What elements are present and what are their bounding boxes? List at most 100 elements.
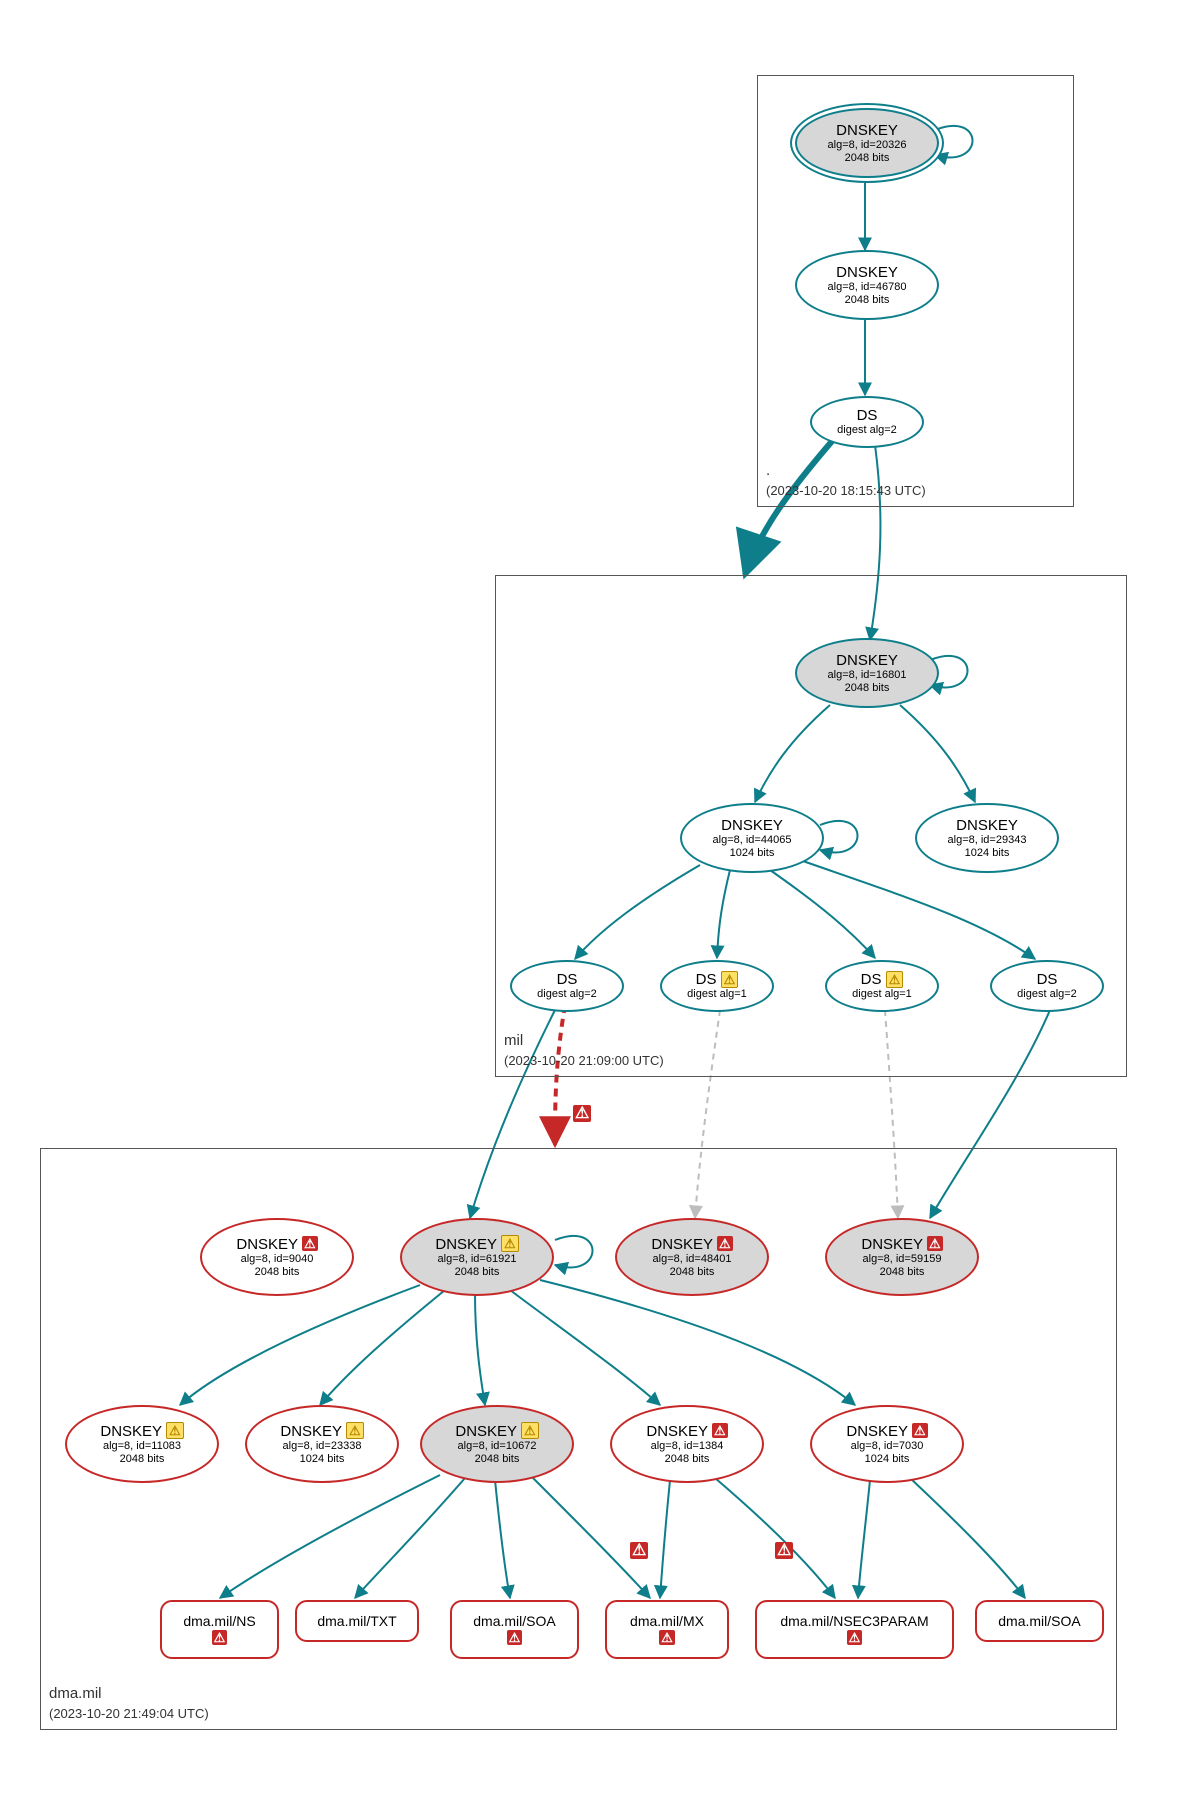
node-sub2: 1024 bits bbox=[965, 847, 1010, 860]
node-sub1: digest alg=2 bbox=[1017, 988, 1077, 1001]
node-sub1: alg=8, id=23338 bbox=[283, 1440, 362, 1453]
zone-root-name: . bbox=[766, 462, 770, 479]
node-sub1: alg=8, id=7030 bbox=[851, 1440, 924, 1453]
dma-dnskey-48401[interactable]: DNSKEY alg=8, id=48401 2048 bits bbox=[615, 1218, 769, 1296]
warning-icon bbox=[721, 973, 739, 988]
error-icon bbox=[212, 1630, 228, 1647]
mil-dnskey-16801[interactable]: DNSKEY alg=8, id=16801 2048 bits bbox=[795, 638, 939, 708]
node-sub1: alg=8, id=48401 bbox=[653, 1253, 732, 1266]
error-icon bbox=[712, 1424, 728, 1439]
node-sub1: alg=8, id=16801 bbox=[828, 669, 907, 682]
node-sub2: 1024 bits bbox=[865, 1453, 910, 1466]
rr-mx[interactable]: dma.mil/MX bbox=[605, 1600, 729, 1659]
node-sub1: alg=8, id=10672 bbox=[458, 1440, 537, 1453]
node-title: DS bbox=[696, 971, 717, 988]
node-title: DNSKEY bbox=[646, 1423, 707, 1440]
node-sub1: alg=8, id=20326 bbox=[828, 139, 907, 152]
node-title: DNSKEY bbox=[836, 652, 898, 669]
dma-dnskey-9040[interactable]: DNSKEY alg=8, id=9040 2048 bits bbox=[200, 1218, 354, 1296]
rr-label: dma.mil/NSEC3PARAM bbox=[780, 1612, 928, 1630]
zone-root-label: . (2023-10-20 18:15:43 UTC) bbox=[766, 461, 926, 500]
root-ds[interactable]: DS digest alg=2 bbox=[810, 396, 924, 448]
node-title: DS bbox=[1037, 971, 1058, 988]
node-sub2: 2048 bits bbox=[455, 1266, 500, 1279]
node-sub2: 2048 bits bbox=[665, 1453, 710, 1466]
node-sub1: alg=8, id=1384 bbox=[651, 1440, 724, 1453]
node-sub1: alg=8, id=44065 bbox=[713, 834, 792, 847]
mil-dnskey-29343[interactable]: DNSKEY alg=8, id=29343 1024 bits bbox=[915, 803, 1059, 873]
node-sub2: 1024 bits bbox=[730, 847, 775, 860]
node-sub2: 2048 bits bbox=[845, 682, 890, 695]
dma-dnskey-23338[interactable]: DNSKEY alg=8, id=23338 1024 bits bbox=[245, 1405, 399, 1483]
node-title: DNSKEY bbox=[846, 1423, 907, 1440]
error-icon bbox=[927, 1237, 943, 1252]
warning-icon bbox=[346, 1424, 364, 1439]
error-icon bbox=[302, 1237, 318, 1252]
node-sub1: alg=8, id=59159 bbox=[863, 1253, 942, 1266]
rr-soa[interactable]: dma.mil/SOA bbox=[450, 1600, 579, 1659]
rr-label: dma.mil/SOA bbox=[998, 1612, 1080, 1630]
zone-root-ts: (2023-10-20 18:15:43 UTC) bbox=[766, 483, 926, 498]
node-sub2: 1024 bits bbox=[300, 1453, 345, 1466]
node-sub2: 2048 bits bbox=[475, 1453, 520, 1466]
warning-icon bbox=[521, 1424, 539, 1439]
dma-dnskey-11083[interactable]: DNSKEY alg=8, id=11083 2048 bits bbox=[65, 1405, 219, 1483]
zone-dma-ts: (2023-10-20 21:49:04 UTC) bbox=[49, 1706, 209, 1721]
node-title: DNSKEY bbox=[236, 1236, 297, 1253]
node-sub1: digest alg=2 bbox=[837, 424, 897, 437]
node-sub1: alg=8, id=29343 bbox=[948, 834, 1027, 847]
mil-ds-1[interactable]: DS digest alg=2 bbox=[510, 960, 624, 1012]
node-sub2: 2048 bits bbox=[255, 1266, 300, 1279]
mil-ds-2[interactable]: DS digest alg=1 bbox=[660, 960, 774, 1012]
node-title: DS bbox=[857, 407, 878, 424]
error-icon bbox=[717, 1237, 733, 1252]
error-icon bbox=[775, 1540, 793, 1560]
node-title: DNSKEY bbox=[100, 1423, 161, 1440]
error-icon bbox=[659, 1630, 675, 1647]
node-title: DNSKEY bbox=[861, 1236, 922, 1253]
dma-dnskey-59159[interactable]: DNSKEY alg=8, id=59159 2048 bits bbox=[825, 1218, 979, 1296]
node-sub2: 2048 bits bbox=[845, 152, 890, 165]
node-title: DNSKEY bbox=[651, 1236, 712, 1253]
node-sub1: digest alg=1 bbox=[687, 988, 747, 1001]
rr-soa-2[interactable]: dma.mil/SOA bbox=[975, 1600, 1104, 1642]
zone-mil-label: mil (2023-10-20 21:09:00 UTC) bbox=[504, 1031, 664, 1070]
warning-icon bbox=[886, 973, 904, 988]
mil-ds-3[interactable]: DS digest alg=1 bbox=[825, 960, 939, 1012]
node-title: DNSKEY bbox=[836, 264, 898, 281]
node-sub2: 2048 bits bbox=[880, 1266, 925, 1279]
zone-dma-name: dma.mil bbox=[49, 1685, 102, 1702]
zone-mil-ts: (2023-10-20 21:09:00 UTC) bbox=[504, 1053, 664, 1068]
dma-dnskey-61921[interactable]: DNSKEY alg=8, id=61921 2048 bits bbox=[400, 1218, 554, 1296]
node-sub1: alg=8, id=11083 bbox=[103, 1440, 181, 1453]
node-title: DNSKEY bbox=[721, 817, 783, 834]
dma-dnskey-7030[interactable]: DNSKEY alg=8, id=7030 1024 bits bbox=[810, 1405, 964, 1483]
rr-label: dma.mil/TXT bbox=[317, 1612, 396, 1630]
rr-label: dma.mil/MX bbox=[630, 1612, 704, 1630]
warning-icon bbox=[501, 1237, 519, 1252]
rr-txt[interactable]: dma.mil/TXT bbox=[295, 1600, 419, 1642]
node-sub1: digest alg=2 bbox=[537, 988, 597, 1001]
mil-ds-4[interactable]: DS digest alg=2 bbox=[990, 960, 1104, 1012]
node-sub1: alg=8, id=9040 bbox=[241, 1253, 314, 1266]
error-icon bbox=[912, 1424, 928, 1439]
node-title: DNSKEY bbox=[280, 1423, 341, 1440]
root-dnskey-20326[interactable]: DNSKEY alg=8, id=20326 2048 bits bbox=[795, 108, 939, 178]
zone-dma-label: dma.mil (2023-10-20 21:49:04 UTC) bbox=[49, 1684, 209, 1723]
root-dnskey-46780[interactable]: DNSKEY alg=8, id=46780 2048 bits bbox=[795, 250, 939, 320]
rr-label: dma.mil/SOA bbox=[473, 1612, 555, 1630]
warning-icon bbox=[166, 1424, 184, 1439]
mil-dnskey-44065[interactable]: DNSKEY alg=8, id=44065 1024 bits bbox=[680, 803, 824, 873]
error-icon bbox=[630, 1540, 648, 1560]
node-title: DS bbox=[861, 971, 882, 988]
node-sub1: alg=8, id=61921 bbox=[438, 1253, 517, 1266]
error-icon bbox=[573, 1103, 591, 1123]
rr-ns[interactable]: dma.mil/NS bbox=[160, 1600, 279, 1659]
dma-dnskey-10672[interactable]: DNSKEY alg=8, id=10672 2048 bits bbox=[420, 1405, 574, 1483]
error-icon bbox=[507, 1630, 523, 1647]
node-title: DNSKEY bbox=[836, 122, 898, 139]
rr-nsec3param[interactable]: dma.mil/NSEC3PARAM bbox=[755, 1600, 954, 1659]
node-title: DNSKEY bbox=[435, 1236, 496, 1253]
dma-dnskey-1384[interactable]: DNSKEY alg=8, id=1384 2048 bits bbox=[610, 1405, 764, 1483]
node-sub1: digest alg=1 bbox=[852, 988, 912, 1001]
